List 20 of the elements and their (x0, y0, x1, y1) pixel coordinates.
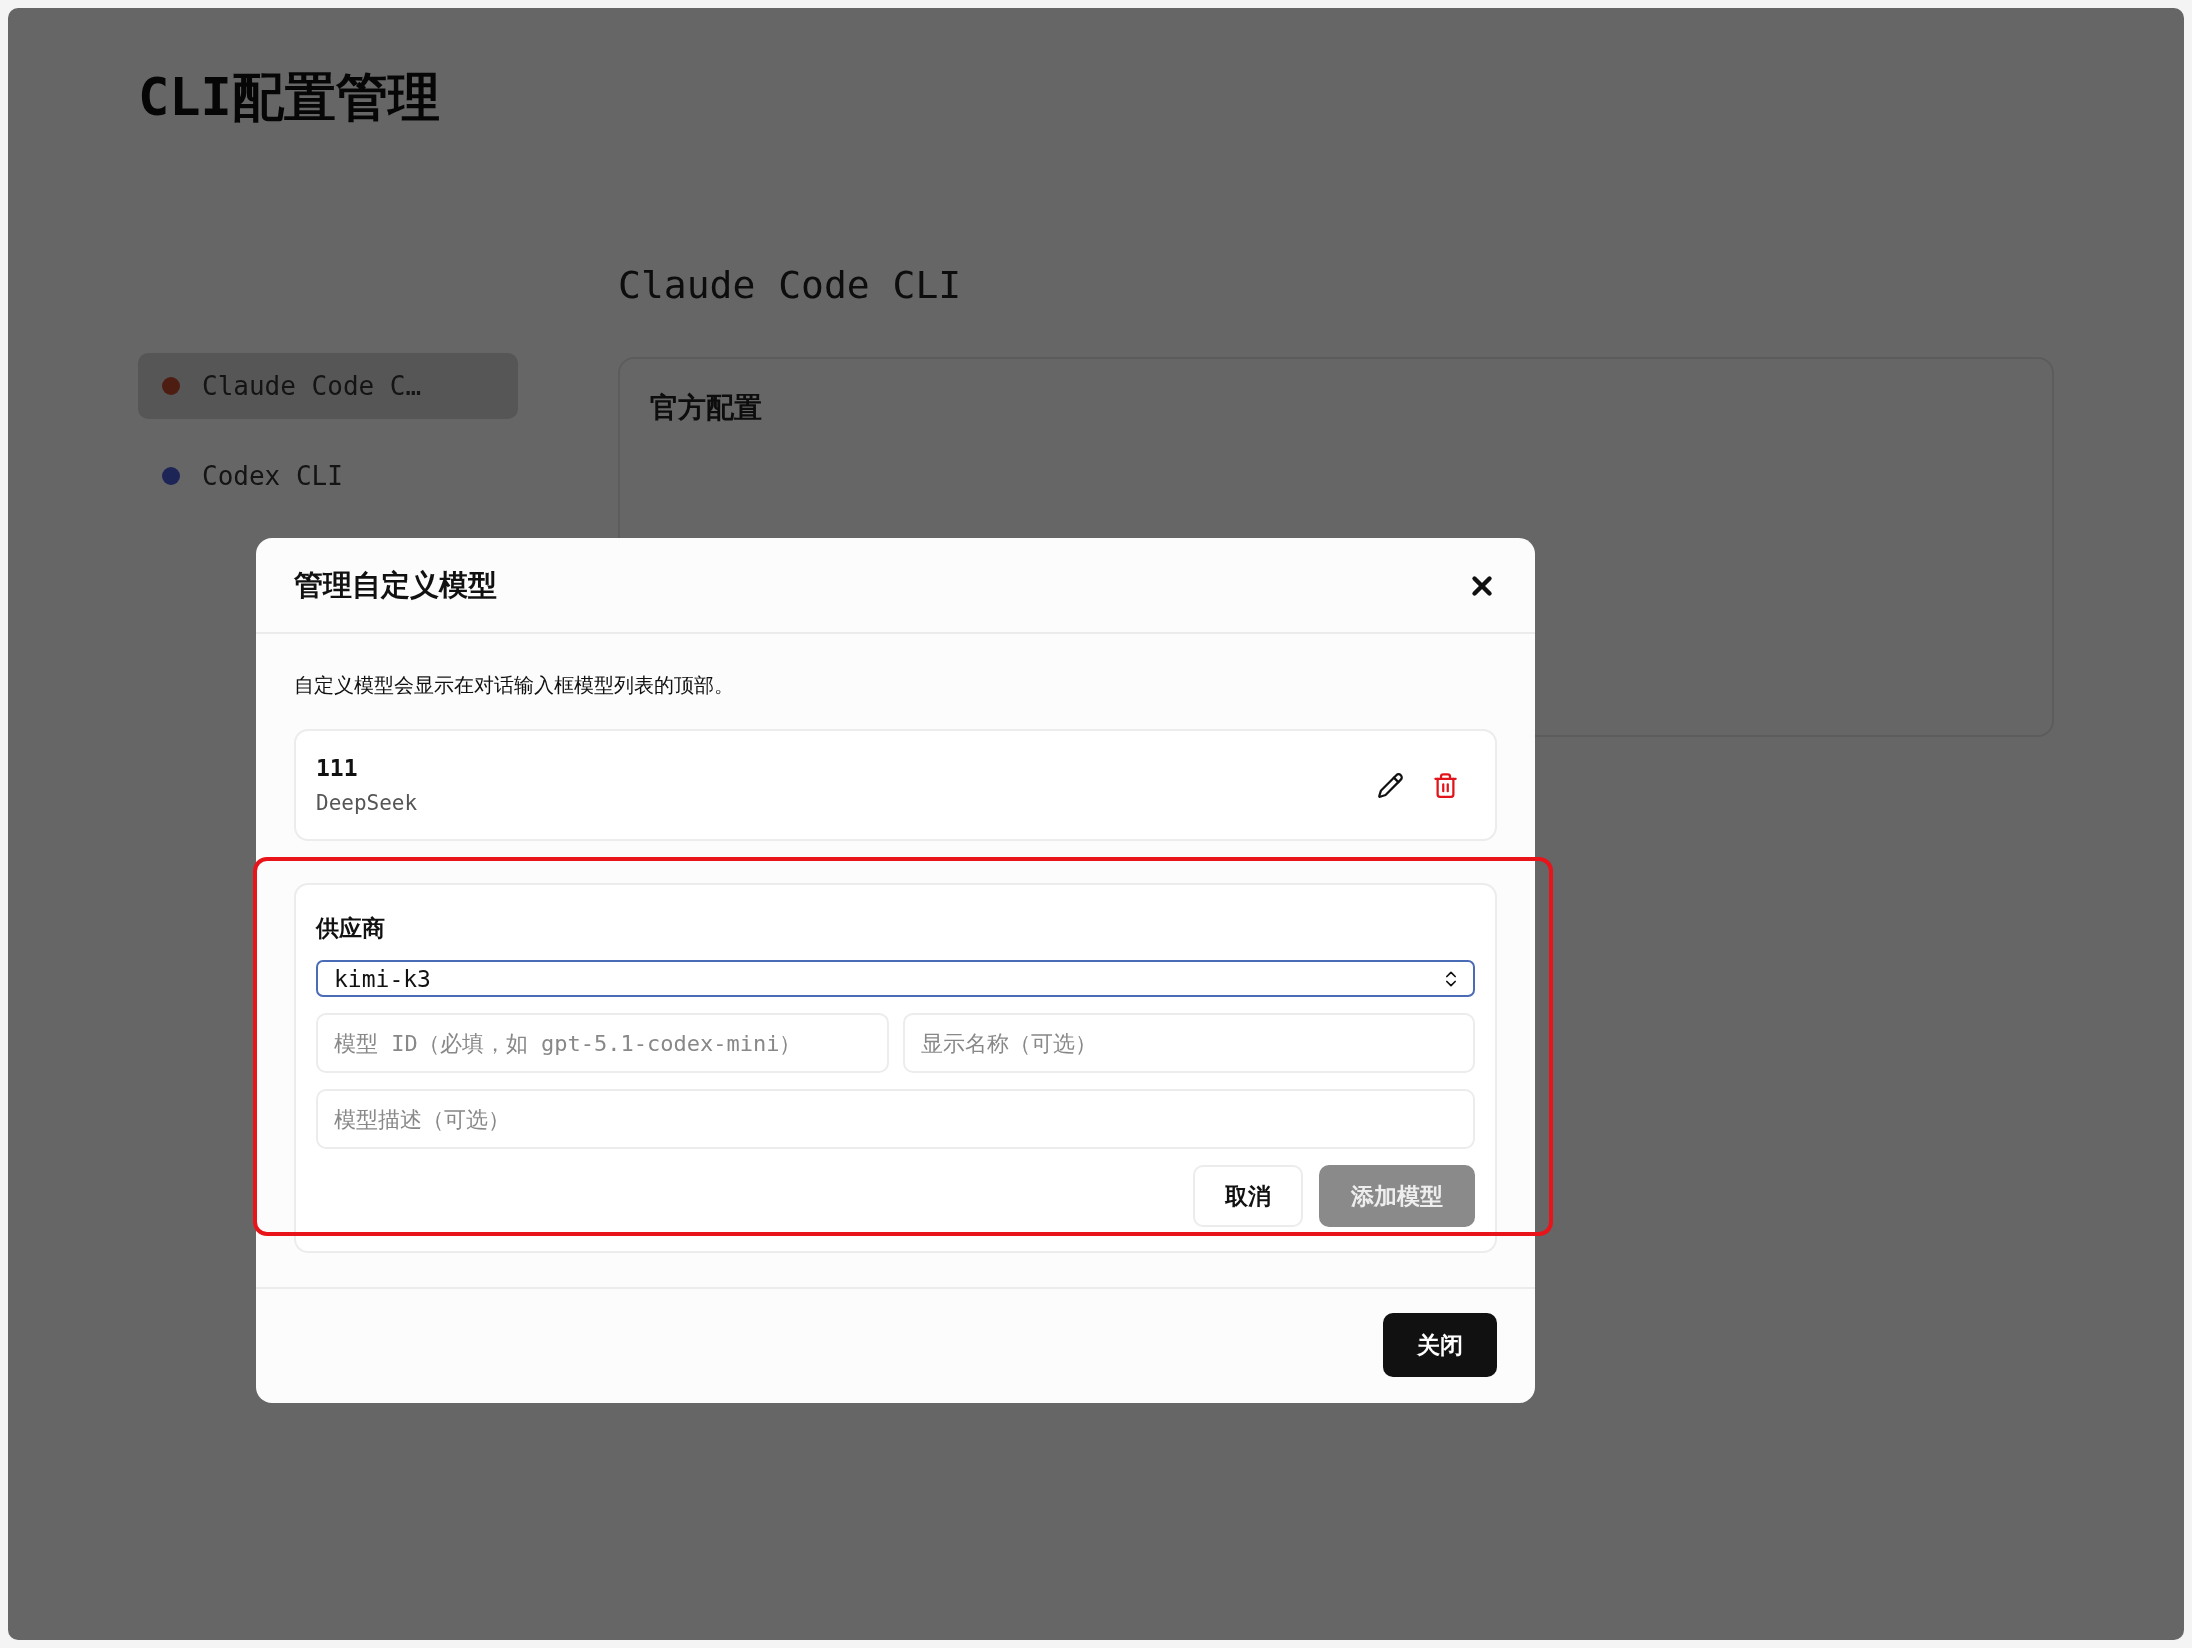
input-field[interactable]: 模型描述（可选） (316, 1089, 1475, 1149)
trash-icon[interactable] (1432, 771, 1459, 799)
dialog-description: 自定义模型会显示在对话输入框模型列表的顶部。 (294, 672, 735, 699)
cli-title: Claude Code CLI (618, 263, 963, 307)
edit-icon[interactable] (1377, 771, 1404, 799)
close-button[interactable]: 关闭 (1383, 1313, 1497, 1377)
model-provider: DeepSeek (316, 791, 418, 815)
logo-icon (162, 377, 180, 395)
cancel-button[interactable]: 取消 (1193, 1165, 1303, 1227)
input-field[interactable]: 模型 ID（必填，如 gpt-5.1-codex-mini） (316, 1013, 889, 1073)
section-title: 官方配置 (650, 390, 763, 426)
model-name: 111 (316, 755, 359, 781)
sidebar-label: Codex CLI (202, 461, 343, 491)
field-label: 供应商 (316, 914, 386, 943)
dialog-title: 管理自定义模型 (294, 567, 497, 604)
input-field[interactable]: 显示名称（可选） (902, 1013, 1475, 1073)
logo-icon (162, 467, 180, 485)
page-title: CLI配置管理 (138, 66, 441, 129)
sidebar-label: Claude Code C… (202, 371, 422, 401)
select-field[interactable]: kimi-k3 (316, 960, 1475, 997)
